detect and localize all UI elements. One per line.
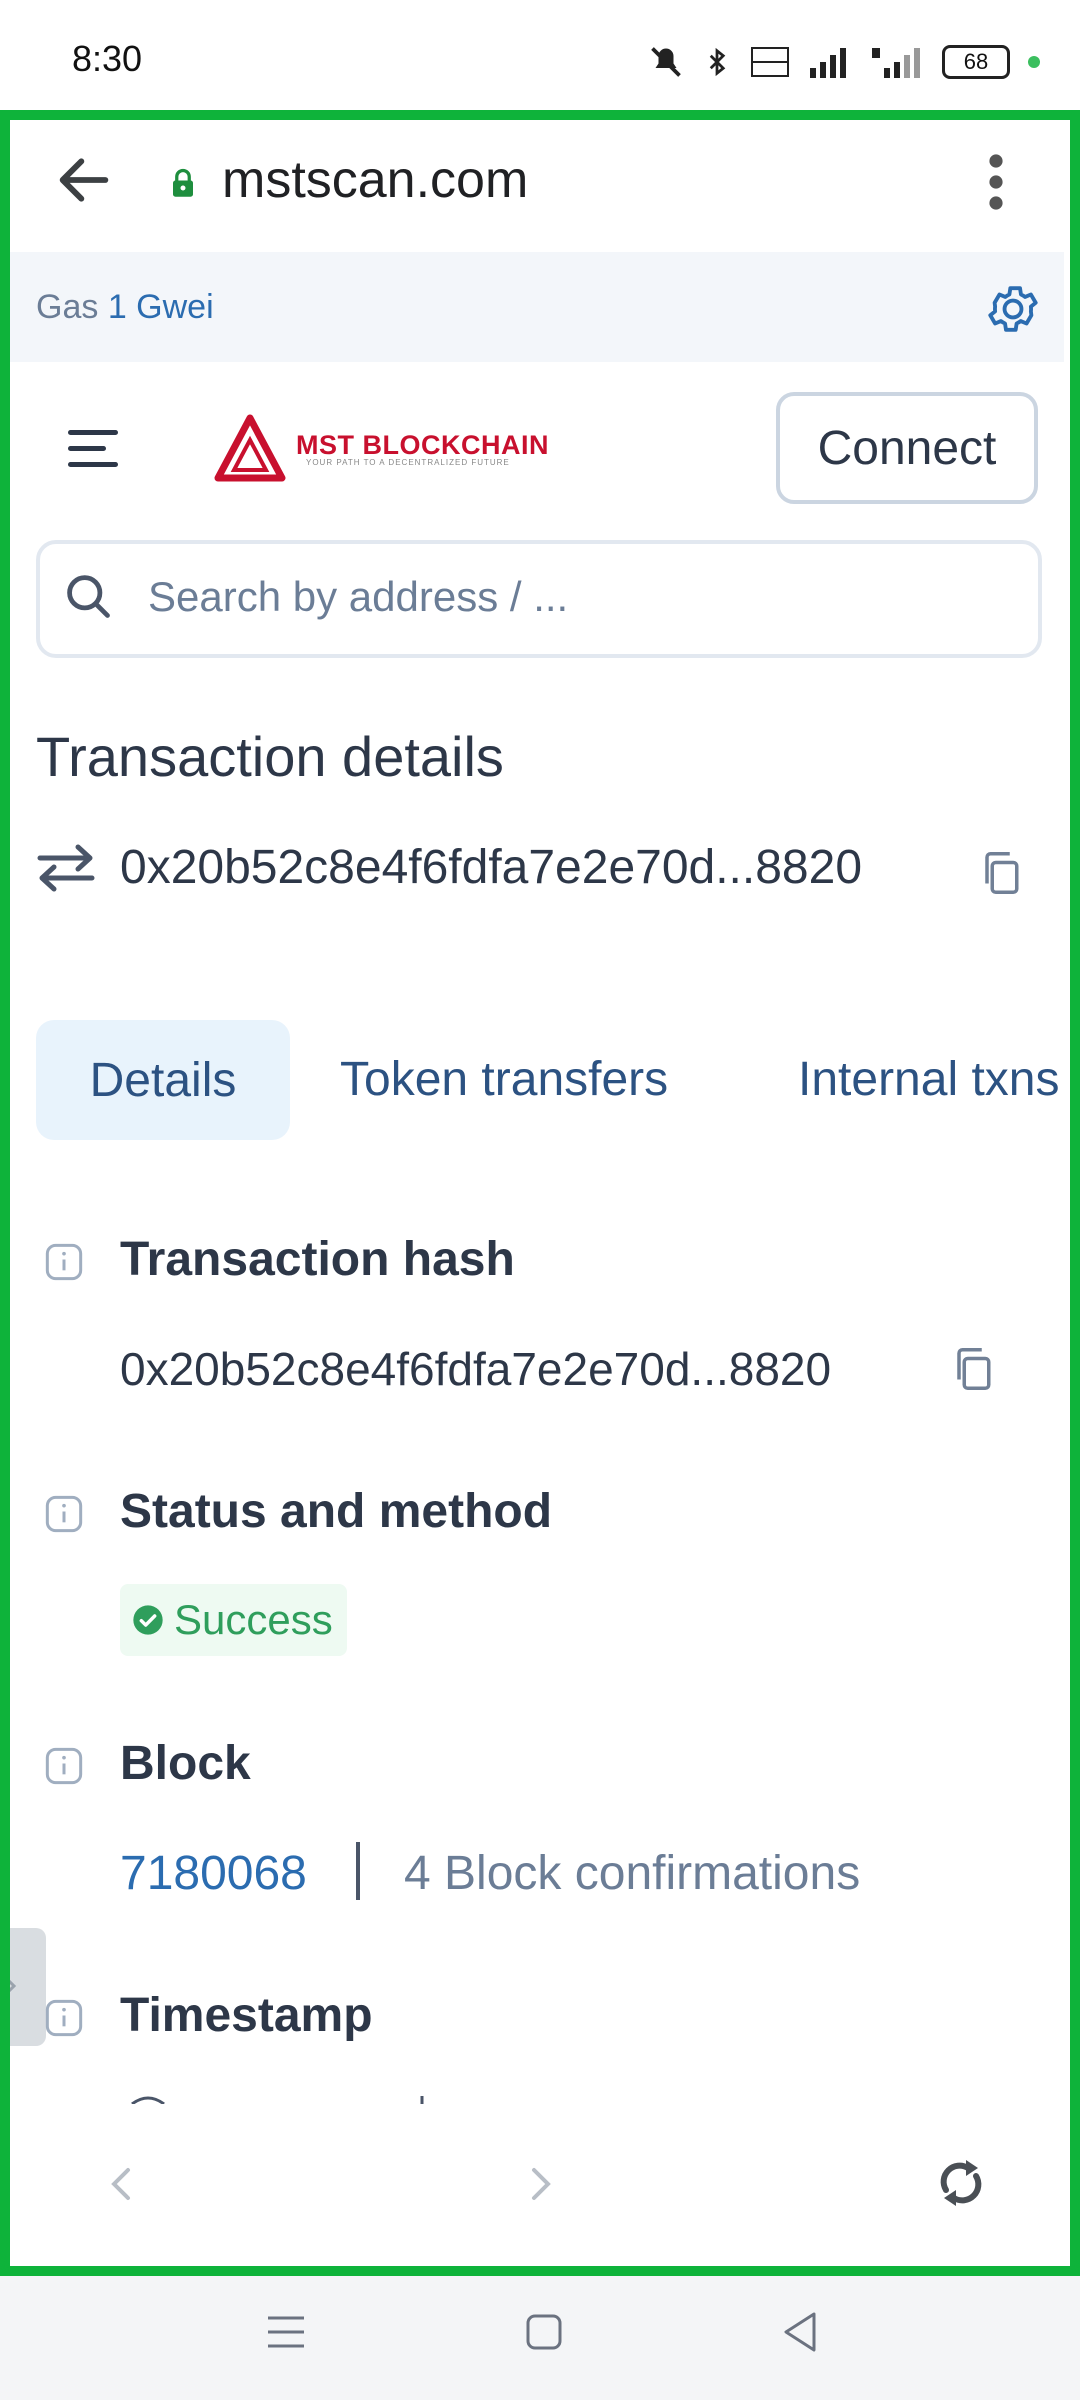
side-drawer-handle[interactable]	[0, 1928, 46, 2046]
bluetooth-icon	[709, 47, 726, 77]
tab-internal-txns[interactable]: Internal txns	[798, 1052, 1060, 1107]
recent-apps-icon[interactable]	[266, 2314, 306, 2350]
status-time: 8:30	[72, 38, 143, 79]
battery-icon: 68	[942, 45, 1010, 79]
chevron-right-icon	[0, 1972, 17, 2000]
block-confirmations: 4 Block confirmations	[404, 1847, 861, 1900]
transaction-swap-icon	[37, 844, 95, 892]
info-icon[interactable]	[44, 1242, 84, 1282]
volte-icon	[751, 47, 789, 77]
info-icon[interactable]	[44, 1998, 84, 2038]
gas-price: Gas 1 Gwei	[36, 288, 214, 327]
search-icon	[67, 575, 110, 618]
logo-title: MST BLOCKCHAIN	[296, 430, 549, 460]
gas-value[interactable]: 1 Gwei	[108, 288, 214, 326]
status-icons: 68	[648, 40, 1040, 84]
transaction-hash-header: 0x20b52c8e4f6fdfa7e2e70d...8820	[120, 841, 863, 894]
timestamp-label: Timestamp	[120, 1989, 373, 2042]
chevron-left-icon[interactable]	[104, 2162, 138, 2206]
chevron-right-icon[interactable]	[524, 2162, 558, 2206]
refresh-icon[interactable]	[932, 2154, 990, 2212]
search-input[interactable]	[146, 566, 1010, 628]
divider	[356, 1842, 360, 1900]
tab-token-transfers[interactable]: Token transfers	[340, 1052, 668, 1107]
page-title: Transaction details	[36, 725, 504, 788]
mute-icon	[651, 47, 681, 77]
hamburger-menu-icon[interactable]	[66, 426, 124, 472]
copy-icon[interactable]	[980, 850, 1022, 896]
gas-label: Gas	[36, 288, 99, 326]
browser-url-bar	[10, 120, 1070, 252]
gear-icon[interactable]	[984, 280, 1042, 338]
copy-icon[interactable]	[952, 1346, 994, 1392]
privacy-dot	[1028, 56, 1040, 68]
url-text[interactable]: mstscan.com	[222, 150, 528, 210]
transaction-hash-label: Transaction hash	[120, 1233, 515, 1286]
home-icon[interactable]	[524, 2312, 564, 2352]
signal-icon	[810, 48, 846, 78]
status-text: Success	[174, 1596, 333, 1643]
connect-button[interactable]: Connect	[776, 392, 1038, 504]
info-icon[interactable]	[44, 1746, 84, 1786]
status-and-method-label: Status and method	[120, 1485, 553, 1538]
timestamp-value-cutoff	[131, 2096, 424, 2104]
back-arrow-icon[interactable]	[52, 148, 116, 212]
info-icon[interactable]	[44, 1494, 84, 1534]
lock-icon	[173, 168, 193, 197]
system-back-icon[interactable]	[780, 2310, 820, 2354]
signal-5g-icon	[872, 48, 920, 78]
transaction-hash-value: 0x20b52c8e4f6fdfa7e2e70d...8820	[120, 1343, 832, 1395]
check-circle-icon	[133, 1605, 163, 1635]
logo-subtitle: YOUR PATH TO A DECENTRALIZED FUTURE	[306, 458, 510, 467]
tab-details[interactable]: Details	[36, 1020, 290, 1140]
status-badge: Success	[120, 1584, 347, 1656]
more-menu-icon[interactable]	[978, 152, 1014, 212]
block-number-link[interactable]: 7180068	[120, 1846, 307, 1901]
block-label: Block	[120, 1737, 251, 1790]
mst-logo-icon[interactable]	[214, 414, 286, 484]
